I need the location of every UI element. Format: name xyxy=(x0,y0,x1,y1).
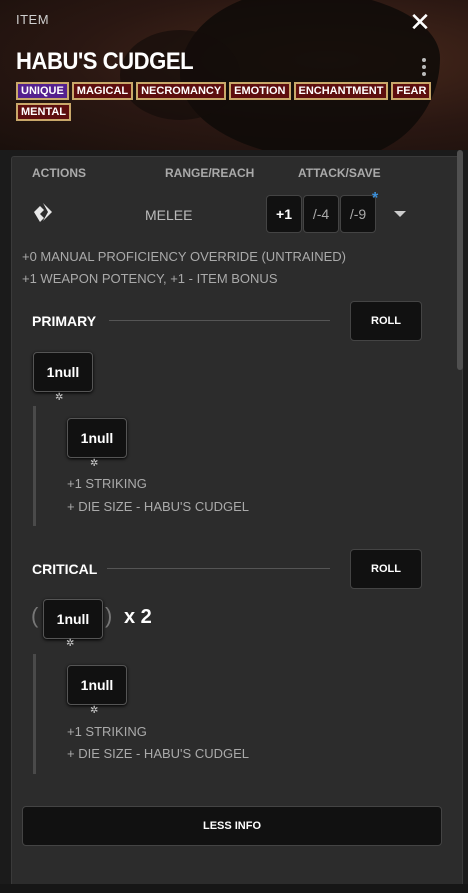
bottom-strip xyxy=(0,884,468,893)
item-type-label: ITEM xyxy=(16,12,50,27)
critical-detail-bar xyxy=(33,654,36,774)
critical-mod-striking: +1 STRIKING xyxy=(67,724,147,739)
gear-icon[interactable]: ✲ xyxy=(66,638,74,649)
critical-damage-box[interactable]: 1null xyxy=(43,599,103,639)
trait-tag-enchantment[interactable]: ENCHANTMENT xyxy=(293,82,389,100)
gear-icon[interactable]: ✲ xyxy=(55,392,63,403)
attack-column-header: ATTACK/SAVE xyxy=(298,166,381,180)
one-action-icon xyxy=(34,203,52,222)
primary-mod-die-size: + DIE SIZE - HABU'S CUDGEL xyxy=(67,499,249,514)
trait-tag-fear[interactable]: FEAR xyxy=(391,82,432,100)
scrollbar[interactable] xyxy=(457,150,463,370)
critical-roll-button[interactable]: ROLL xyxy=(350,549,422,589)
trait-tag-necromancy[interactable]: NECROMANCY xyxy=(136,82,227,100)
primary-mod-striking: +1 STRIKING xyxy=(67,476,147,491)
range-value: MELEE xyxy=(145,207,193,223)
proficiency-note: +0 MANUAL PROFICIENCY OVERRIDE (UNTRAINE… xyxy=(22,249,346,264)
gear-icon[interactable]: ✲ xyxy=(90,458,98,469)
trait-tag-emotion[interactable]: EMOTION xyxy=(229,82,291,100)
critical-paren-open: ( xyxy=(31,603,39,628)
critical-divider xyxy=(107,568,330,569)
critical-multiplier: x 2 xyxy=(124,606,152,628)
primary-sub-damage-box[interactable]: 1null xyxy=(67,418,127,458)
primary-divider xyxy=(109,320,330,321)
trait-tag-mental[interactable]: MENTAL xyxy=(16,103,72,121)
attack-button-third[interactable]: /-9 xyxy=(340,195,376,233)
item-title: HABU'S CUDGEL xyxy=(16,48,194,75)
attack-button-first[interactable]: +1 xyxy=(266,195,302,233)
primary-label: PRIMARY xyxy=(32,313,97,329)
modifier-asterisk: * xyxy=(372,190,379,207)
chevron-down-icon[interactable] xyxy=(394,211,406,217)
critical-label: CRITICAL xyxy=(32,561,98,577)
primary-detail-bar xyxy=(33,406,36,526)
trait-tag-unique[interactable]: UNIQUE xyxy=(16,82,69,100)
less-info-button[interactable]: LESS INFO xyxy=(22,806,442,846)
actions-column-header: ACTIONS xyxy=(32,166,86,180)
gear-icon[interactable]: ✲ xyxy=(90,705,98,716)
kebab-menu-icon[interactable] xyxy=(416,58,432,82)
potency-note: +1 WEAPON POTENCY, +1 - ITEM BONUS xyxy=(22,271,278,286)
trait-list: UNIQUE MAGICAL NECROMANCY EMOTION ENCHAN… xyxy=(16,82,436,121)
critical-paren-close: ) xyxy=(105,603,113,628)
range-column-header: RANGE/REACH xyxy=(165,166,255,180)
critical-sub-damage-box[interactable]: 1null xyxy=(67,665,127,705)
trait-tag-magical[interactable]: MAGICAL xyxy=(71,82,134,100)
attack-button-second[interactable]: /-4 xyxy=(303,195,339,233)
item-header: ITEM ✕ HABU'S CUDGEL UNIQUE MAGICAL NECR… xyxy=(0,0,468,150)
primary-damage-box[interactable]: 1null xyxy=(33,352,93,392)
critical-mod-die-size: + DIE SIZE - HABU'S CUDGEL xyxy=(67,746,249,761)
primary-roll-button[interactable]: ROLL xyxy=(350,301,422,341)
close-icon[interactable]: ✕ xyxy=(406,8,434,36)
strike-panel xyxy=(11,156,463,888)
